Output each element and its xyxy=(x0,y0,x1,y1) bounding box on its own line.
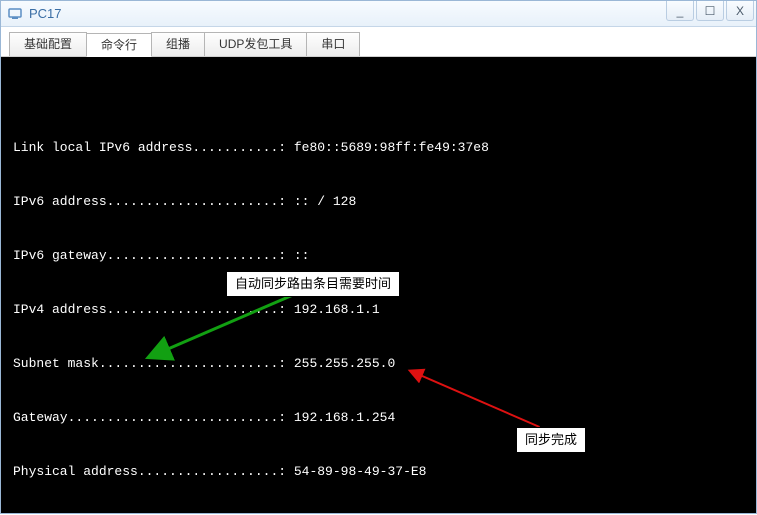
minimize-button[interactable]: _ xyxy=(666,1,694,21)
titlebar[interactable]: PC17 _ ☐ X xyxy=(1,1,756,27)
annotation-done: 同步完成 xyxy=(516,427,586,453)
tab-udp-tool[interactable]: UDP发包工具 xyxy=(204,32,307,56)
term-line: IPv6 address......................: :: /… xyxy=(13,193,744,211)
app-icon xyxy=(7,6,23,22)
maximize-button[interactable]: ☐ xyxy=(696,1,724,21)
annotation-sync: 自动同步路由条目需要时间 xyxy=(226,271,400,297)
window-controls: _ ☐ X xyxy=(666,1,754,21)
term-line: Subnet mask.......................: 255.… xyxy=(13,355,744,373)
tab-basic-config[interactable]: 基础配置 xyxy=(9,32,87,56)
app-window: PC17 _ ☐ X 基础配置 命令行 组播 UDP发包工具 串口 Link l… xyxy=(0,0,757,514)
term-line: Link local IPv6 address...........: fe80… xyxy=(13,139,744,157)
term-line: Physical address..................: 54-8… xyxy=(13,463,744,481)
term-line: IPv4 address......................: 192.… xyxy=(13,301,744,319)
window-title: PC17 xyxy=(29,6,62,21)
term-line: Gateway...........................: 192.… xyxy=(13,409,744,427)
tab-cli[interactable]: 命令行 xyxy=(86,33,152,57)
close-button[interactable]: X xyxy=(726,1,754,21)
tab-bar: 基础配置 命令行 组播 UDP发包工具 串口 xyxy=(1,27,756,57)
terminal[interactable]: Link local IPv6 address...........: fe80… xyxy=(1,57,756,513)
tab-multicast[interactable]: 组播 xyxy=(151,32,205,56)
term-line: IPv6 gateway......................: :: xyxy=(13,247,744,265)
tab-serial[interactable]: 串口 xyxy=(306,32,360,56)
